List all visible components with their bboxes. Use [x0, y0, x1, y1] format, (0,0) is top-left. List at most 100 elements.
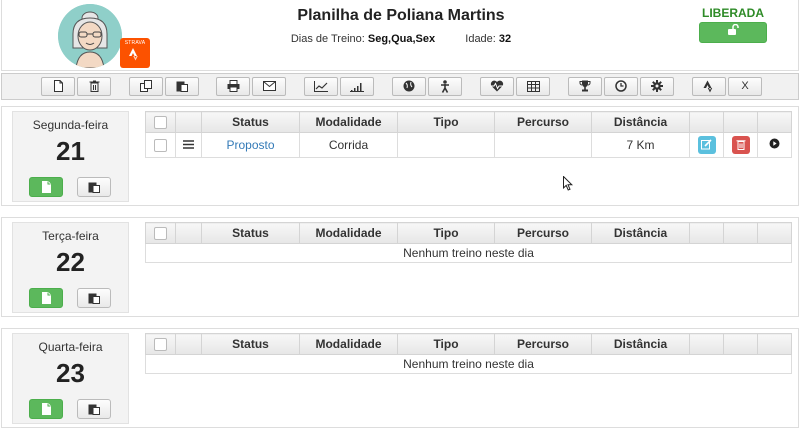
day-name: Terça-feira — [42, 229, 99, 243]
header-view — [757, 111, 792, 133]
person-button[interactable] — [428, 77, 462, 96]
envelope-icon — [262, 81, 276, 92]
edit-button[interactable] — [697, 136, 716, 154]
header-delete — [723, 333, 758, 355]
header-tipo: Tipo — [397, 222, 495, 244]
training-days-label: Dias de Treino: — [290, 33, 365, 45]
play-circle-icon[interactable] — [769, 138, 780, 149]
print-button[interactable] — [216, 77, 250, 96]
training-table: Status Modalidade Tipo Percurso Distânci… — [145, 333, 792, 374]
athlete-header: STRAVA Planilha de Poliana Martins Dias … — [1, 0, 799, 71]
strava-logo-icon — [703, 80, 713, 93]
unlock-icon — [728, 23, 739, 35]
distancia-cell: 7 Km — [591, 132, 690, 158]
table-button[interactable] — [516, 77, 550, 96]
toolbar: X — [1, 73, 799, 100]
globe-button[interactable] — [392, 77, 426, 96]
paste-training-button[interactable] — [77, 288, 111, 308]
header-distancia: Distância — [591, 111, 690, 133]
empty-row: Nenhum treino neste dia — [145, 354, 792, 374]
unlock-button[interactable] — [699, 22, 767, 43]
select-all-header — [145, 111, 176, 133]
line-chart-icon — [314, 80, 328, 92]
drag-header — [175, 333, 202, 355]
status-link[interactable]: Proposto — [226, 138, 274, 152]
document-icon — [53, 80, 63, 93]
status-badge: LIBERADA — [702, 6, 764, 20]
paste-icon — [88, 404, 100, 415]
training-table: Status Modalidade Tipo Percurso Distânci… — [145, 222, 792, 263]
header-status: Status — [201, 111, 300, 133]
strava-icon — [129, 48, 138, 61]
paste-training-button[interactable] — [77, 177, 111, 197]
day-card: Quarta-feira 23 — [12, 333, 129, 424]
new-document-button[interactable] — [41, 77, 75, 96]
paste-icon — [176, 81, 188, 93]
copy-button[interactable] — [129, 77, 163, 96]
menu-icon — [183, 140, 194, 149]
close-label: X — [741, 80, 749, 92]
header-edit — [689, 333, 724, 355]
add-training-button[interactable] — [29, 399, 63, 419]
strava-button[interactable] — [692, 77, 726, 96]
table-header-row: Status Modalidade Tipo Percurso Distânci… — [145, 333, 792, 355]
training-table: Status Modalidade Tipo Percurso Distânci… — [145, 111, 792, 158]
day-section-wednesday: Quarta-feira 23 Status Modalidade Tipo P… — [1, 328, 799, 428]
heart-rate-button[interactable] — [480, 77, 514, 96]
select-all-checkbox[interactable] — [154, 227, 167, 241]
add-training-button[interactable] — [29, 177, 63, 197]
document-icon — [41, 181, 51, 193]
header-modalidade: Modalidade — [299, 222, 398, 244]
clock-button[interactable] — [604, 77, 638, 96]
document-icon — [41, 292, 51, 304]
trophy-button[interactable] — [568, 77, 602, 96]
paste-training-button[interactable] — [77, 399, 111, 419]
header-percurso: Percurso — [494, 111, 592, 133]
clock-icon — [615, 80, 627, 92]
header-status: Status — [201, 333, 300, 355]
select-all-header — [145, 222, 176, 244]
header-distancia: Distância — [591, 333, 690, 355]
add-training-button[interactable] — [29, 288, 63, 308]
email-button[interactable] — [252, 77, 286, 96]
line-chart-button[interactable] — [304, 77, 338, 96]
header-tipo: Tipo — [397, 111, 495, 133]
heartbeat-icon — [490, 80, 504, 92]
drag-handle[interactable] — [175, 132, 202, 158]
day-card: Terça-feira 22 — [12, 222, 129, 313]
day-number: 22 — [56, 247, 85, 277]
empty-row: Nenhum treino neste dia — [145, 243, 792, 263]
drag-header — [175, 222, 202, 244]
modalidade-cell: Corrida — [299, 132, 398, 158]
delete-cell — [723, 132, 758, 158]
person-icon — [441, 79, 449, 93]
header-percurso: Percurso — [494, 333, 592, 355]
bar-chart-button[interactable] — [340, 77, 374, 96]
day-name: Quarta-feira — [38, 340, 103, 354]
status-cell[interactable]: Proposto — [201, 132, 300, 158]
header-modalidade: Modalidade — [299, 111, 398, 133]
delete-training-button[interactable] — [731, 136, 750, 154]
day-section-tuesday: Terça-feira 22 Status Modalidade Tipo Pe… — [1, 217, 799, 317]
day-number: 23 — [56, 358, 85, 388]
header-edit — [689, 111, 724, 133]
trash-icon — [736, 140, 745, 150]
row-checkbox[interactable] — [154, 139, 167, 153]
select-all-checkbox[interactable] — [154, 116, 167, 130]
table-header-row: Status Modalidade Tipo Percurso Distânci… — [145, 111, 792, 133]
header-delete — [723, 111, 758, 133]
header-modalidade: Modalidade — [299, 333, 398, 355]
drag-header — [175, 111, 202, 133]
delete-button[interactable] — [77, 77, 111, 96]
edit-cell — [689, 132, 724, 158]
select-all-checkbox[interactable] — [154, 338, 167, 352]
paste-icon — [88, 293, 100, 304]
header-delete — [723, 222, 758, 244]
trophy-icon — [579, 80, 591, 92]
close-button[interactable]: X — [728, 77, 762, 96]
day-card: Segunda-feira 21 — [12, 111, 129, 202]
paste-button[interactable] — [165, 77, 199, 96]
paste-icon — [88, 182, 100, 193]
settings-button[interactable] — [640, 77, 674, 96]
empty-message: Nenhum treino neste dia — [145, 354, 792, 374]
